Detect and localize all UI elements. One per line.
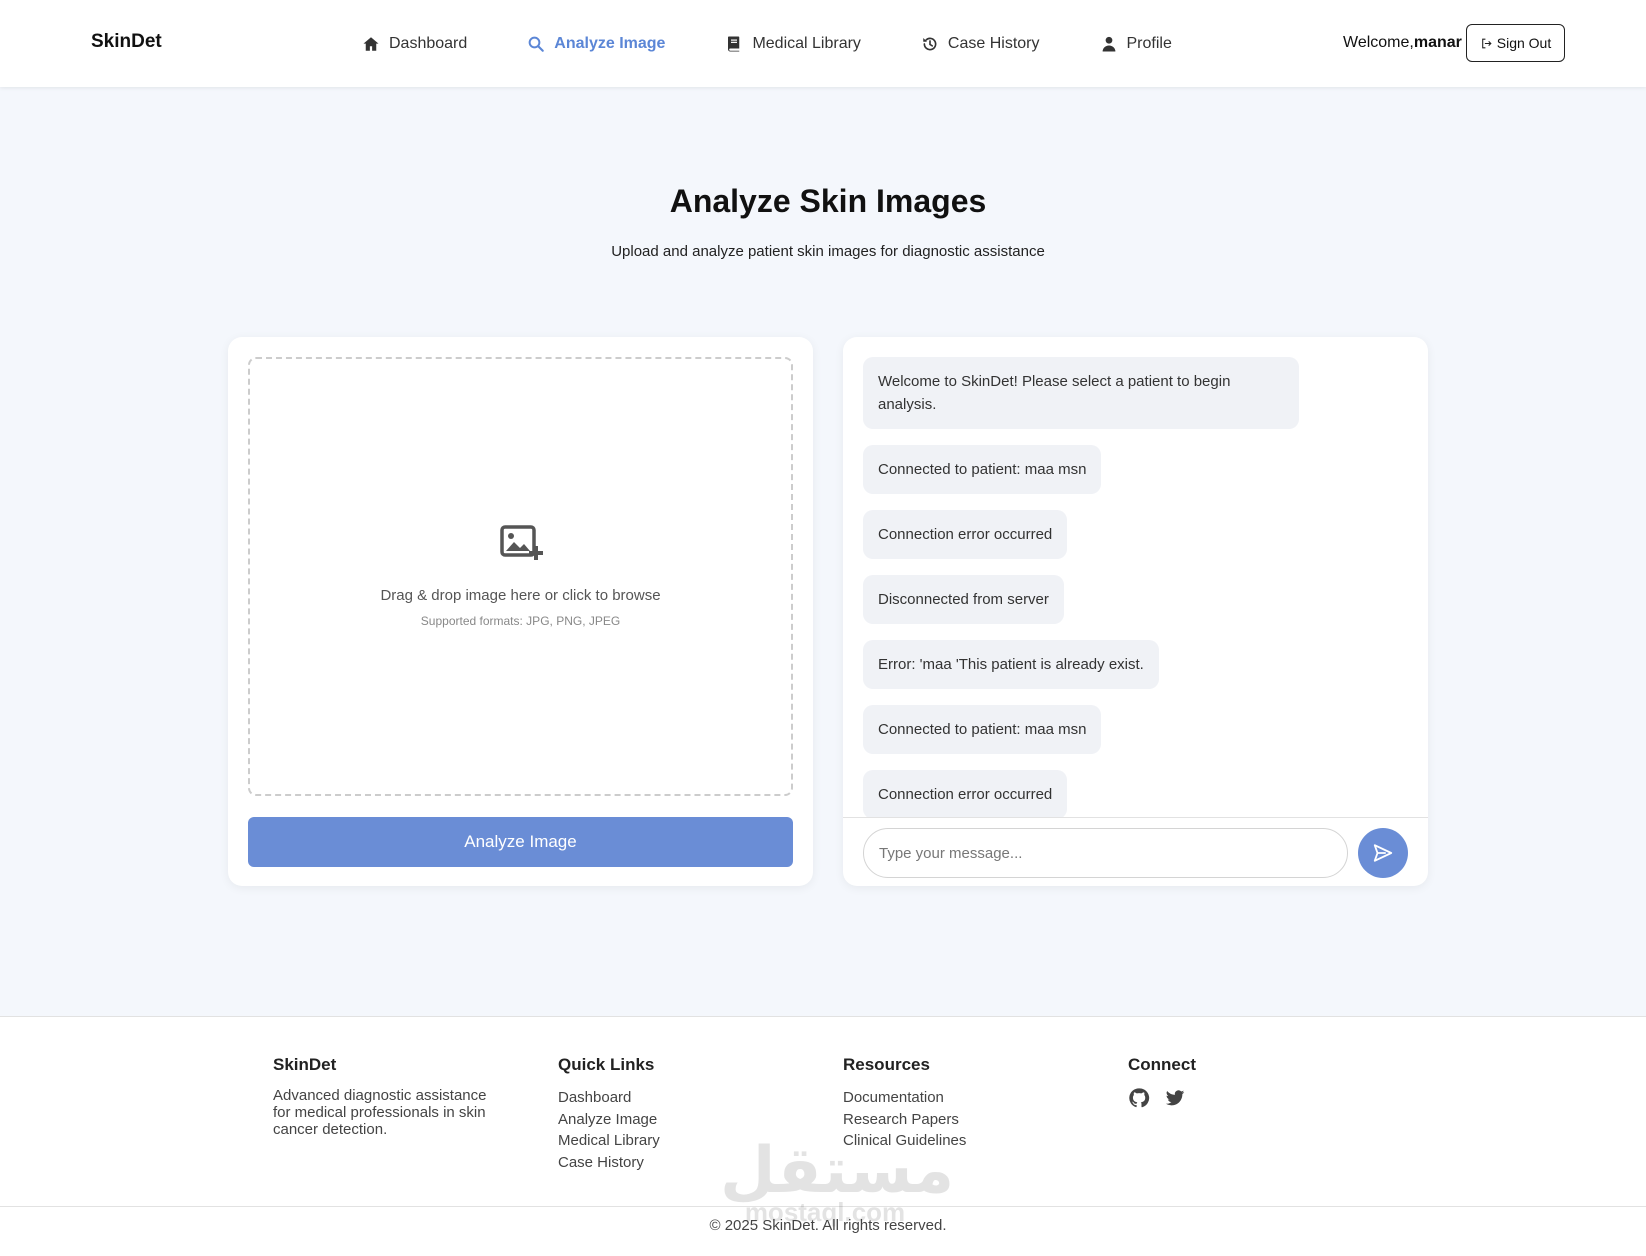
send-icon xyxy=(1373,844,1393,862)
image-dropzone[interactable]: Drag & drop image here or click to brows… xyxy=(248,357,793,796)
analyze-image-button[interactable]: Analyze Image xyxy=(248,817,793,867)
nav-item-dashboard[interactable]: Dashboard xyxy=(362,35,467,53)
footer-brand-title: SkinDet xyxy=(273,1055,337,1074)
footer-brand-column: SkinDet Advanced diagnostic assistance f… xyxy=(273,1055,503,1138)
sign-out-button[interactable]: Sign Out xyxy=(1466,24,1565,62)
chat-message: Connection error occurred xyxy=(863,770,1068,817)
nav-item-case-history[interactable]: Case History xyxy=(921,35,1040,53)
nav-item-label: Dashboard xyxy=(389,34,468,52)
nav-item-label: Medical Library xyxy=(752,34,861,52)
nav-item-analyze-image[interactable]: Analyze Image xyxy=(527,35,665,53)
welcome-prefix: Welcome, xyxy=(1343,34,1414,51)
chat-message: Connection error occurred xyxy=(863,510,1068,559)
chat-message: Error: 'maa 'This patient is already exi… xyxy=(863,640,1159,689)
username: manar xyxy=(1413,34,1462,51)
nav-item-medical-library[interactable]: Medical Library xyxy=(725,34,861,53)
chat-message: Disconnected from server xyxy=(863,575,1064,624)
page-title: Analyze Skin Images xyxy=(669,183,987,219)
twitter-icon xyxy=(1165,1090,1185,1106)
nav-item-profile[interactable]: Profile xyxy=(1100,35,1172,53)
nav-item-label: Profile xyxy=(1126,34,1172,52)
footer-quick-links-title: Quick Links xyxy=(558,1055,655,1074)
chat-message-input[interactable] xyxy=(863,828,1348,878)
footer-link-documentation[interactable]: Documentation xyxy=(843,1087,966,1109)
add-image-icon xyxy=(500,525,543,560)
sign-out-label: Sign Out xyxy=(1496,35,1552,51)
footer-link-research-papers[interactable]: Research Papers xyxy=(843,1109,966,1131)
footer-link-medical-library[interactable]: Medical Library xyxy=(558,1130,660,1152)
top-navbar: SkinDet Dashboard Analyze Image Medical … xyxy=(0,0,1646,87)
footer-resources-title: Resources xyxy=(843,1055,930,1074)
home-icon xyxy=(363,36,379,51)
github-icon xyxy=(1129,1088,1150,1108)
footer-link-analyze-image[interactable]: Analyze Image xyxy=(558,1109,660,1131)
search-icon xyxy=(528,36,545,52)
nav-item-label: Analyze Image xyxy=(554,34,666,52)
book-icon xyxy=(728,36,740,51)
sign-out-icon xyxy=(1481,38,1492,48)
page-subtitle: Upload and analyze patient skin images f… xyxy=(611,243,1045,260)
social-links xyxy=(1128,1087,1200,1109)
brand-logo[interactable]: SkinDet xyxy=(91,31,162,53)
nav-item-label: Case History xyxy=(947,34,1040,52)
watermark-logo: مستقل mostaql.com xyxy=(720,1134,955,1227)
footer-quick-links: Quick Links Dashboard Analyze Image Medi… xyxy=(558,1055,660,1173)
footer-connect-title: Connect xyxy=(1128,1055,1196,1074)
watermark-latin: mostaql.com xyxy=(744,1197,906,1227)
chat-card: Welcome to SkinDet! Please select a pati… xyxy=(843,337,1428,886)
footer-brand-description: Advanced diagnostic assistance for medic… xyxy=(273,1087,487,1138)
footer-connect: Connect xyxy=(1128,1055,1200,1109)
footer-link-dashboard[interactable]: Dashboard xyxy=(558,1087,660,1109)
welcome-text: Welcome,manar xyxy=(1343,34,1462,52)
chat-messages[interactable]: Welcome to SkinDet! Please select a pati… xyxy=(843,337,1428,817)
chat-message: Connected to patient: maa msn xyxy=(863,705,1102,754)
github-link[interactable] xyxy=(1128,1087,1150,1109)
upload-card: Drag & drop image here or click to brows… xyxy=(228,337,813,886)
history-icon xyxy=(923,37,937,50)
chat-message: Connected to patient: maa msn xyxy=(863,445,1102,494)
main-nav: Dashboard Analyze Image Medical Library … xyxy=(362,0,1232,87)
footer-link-case-history[interactable]: Case History xyxy=(558,1152,660,1174)
supported-formats: Supported formats: JPG, PNG, JPEG xyxy=(420,614,621,628)
dropzone-text: Drag & drop image here or click to brows… xyxy=(380,587,661,604)
twitter-link[interactable] xyxy=(1164,1087,1186,1109)
watermark-arabic: مستقل xyxy=(720,1134,955,1206)
send-message-button[interactable] xyxy=(1358,828,1408,878)
chat-message: Welcome to SkinDet! Please select a pati… xyxy=(863,357,1299,429)
user-icon xyxy=(1102,36,1115,51)
chat-divider xyxy=(843,817,1428,818)
